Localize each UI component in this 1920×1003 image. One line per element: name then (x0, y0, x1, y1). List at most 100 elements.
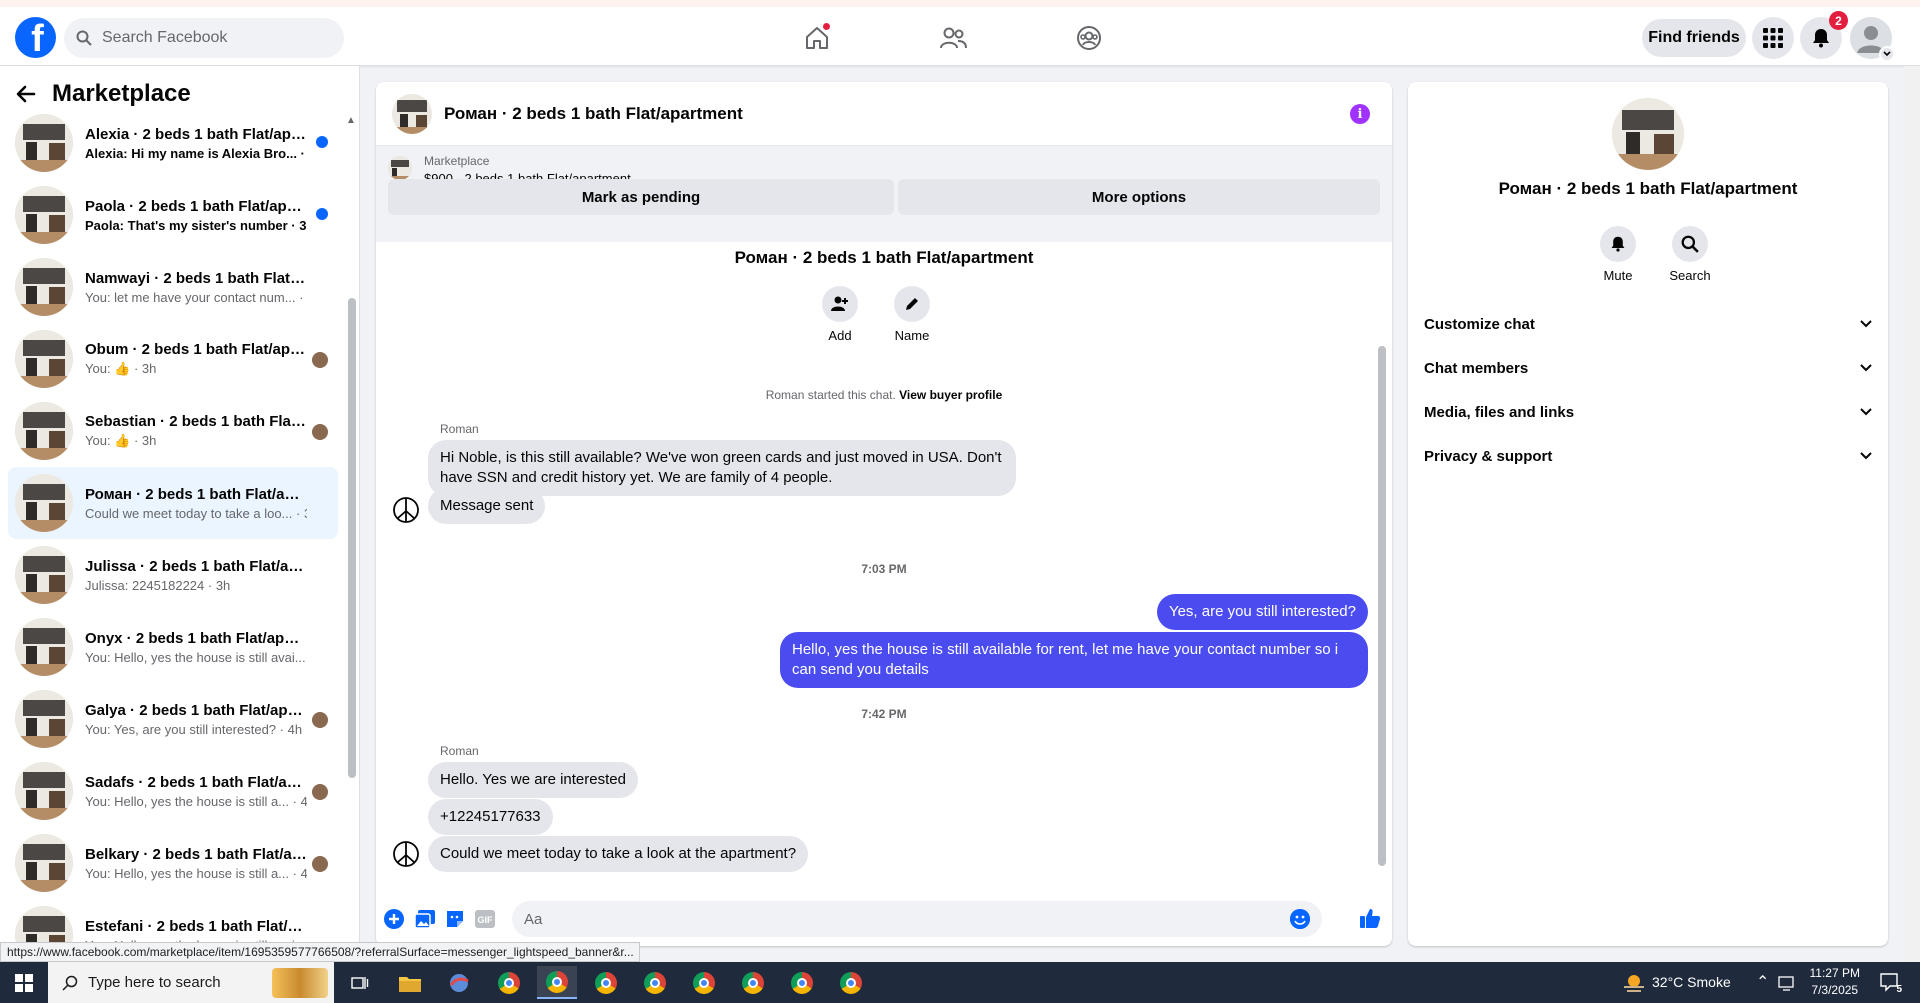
name-chat-action[interactable]: Name (882, 286, 942, 343)
search-icon (76, 30, 92, 46)
conversation-item[interactable]: Obum · 2 beds 1 bath Flat/apa... You: 👍 ·… (8, 323, 338, 395)
chrome-icon[interactable] (782, 966, 822, 999)
conversation-item[interactable]: Galya · 2 beds 1 bath Flat/apa... You: Ye… (8, 683, 338, 755)
tray-chevron-up-icon[interactable]: ⌃ (1756, 972, 1769, 992)
conversation-item[interactable]: Belkary · 2 beds 1 bath Flat/ap... You: H… (8, 827, 338, 899)
find-friends-button[interactable]: Find friends (1642, 19, 1746, 57)
chevron-down-icon (1860, 320, 1872, 328)
listing-thumbnail (15, 402, 73, 460)
chrome-icon[interactable] (684, 966, 724, 999)
photo-icon[interactable] (414, 908, 436, 930)
incoming-message[interactable]: +12245177633 (428, 799, 553, 835)
listing-profile-photo[interactable] (1612, 98, 1684, 170)
message-composer: GIF Aa (376, 892, 1392, 946)
task-view-icon[interactable] (340, 966, 380, 999)
chrome-icon[interactable] (489, 966, 529, 999)
taskbar-search-placeholder: Type here to search (88, 974, 221, 991)
chat-started-notice: Roman started this chat. View buyer prof… (376, 388, 1392, 402)
outgoing-message[interactable]: Yes, are you still interested? (1156, 594, 1368, 630)
windows-start-button[interactable] (0, 962, 48, 1003)
pencil-icon (906, 298, 918, 310)
conversation-list: Alexia · 2 beds 1 bath Flat/apar... Alexi… (8, 107, 338, 962)
thumbs-up-icon[interactable] (1358, 906, 1382, 930)
chat-title[interactable]: Роман · 2 beds 1 bath Flat/apartment (444, 104, 743, 124)
conversation-title: Julissa · 2 beds 1 bath Flat/apart... (85, 557, 307, 575)
chrome-icon[interactable] (537, 966, 577, 999)
search-facebook-input[interactable]: Search Facebook (64, 18, 344, 58)
view-buyer-profile-link[interactable]: View buyer profile (899, 388, 1002, 402)
profile-avatar-button[interactable] (1850, 17, 1895, 62)
taskbar-search-box[interactable]: Type here to search (48, 962, 334, 1003)
more-options-button[interactable]: More options (898, 179, 1380, 215)
friends-nav-icon[interactable] (933, 20, 973, 56)
search-action[interactable]: Search (1660, 226, 1720, 283)
back-arrow-icon[interactable] (16, 84, 36, 104)
conversation-preview: You: Hello, yes the house is still a... … (85, 793, 307, 809)
conversation-title: Galya · 2 beds 1 bath Flat/apa... (85, 701, 307, 719)
incoming-message[interactable]: Could we meet today to take a look at th… (428, 836, 809, 872)
menu-grid-button[interactable] (1752, 17, 1794, 59)
add-people-action[interactable]: Add (810, 286, 870, 343)
info-icon[interactable]: i (1350, 104, 1370, 124)
notifications-button[interactable]: 2 (1800, 11, 1848, 59)
conversation-item[interactable]: Sadafs · 2 beds 1 bath Flat/ap... You: He… (8, 755, 338, 827)
listing-thumbnail[interactable] (392, 93, 432, 134)
peace-avatar-icon[interactable] (392, 496, 420, 524)
weather-text[interactable]: 32°C Smoke (1652, 974, 1731, 990)
notifications-count-badge: 2 (1829, 11, 1848, 30)
incoming-message[interactable]: Message sent (428, 488, 546, 524)
listing-small-thumbnail (388, 156, 412, 180)
listing-thumbnail (15, 186, 73, 244)
conversation-item[interactable]: Julissa · 2 beds 1 bath Flat/apart... Jul… (8, 539, 338, 611)
network-icon[interactable] (1778, 975, 1796, 991)
conversation-item[interactable]: Namwayi · 2 beds 1 bath Flat/ap... You: l… (8, 251, 338, 323)
chrome-icon[interactable] (733, 966, 773, 999)
conversation-item[interactable]: Sebastian · 2 beds 1 bath Flat/... You: 👍… (8, 395, 338, 467)
marketplace-listing-bar: Marketplace $900 - 2 beds 1 bath Flat/ap… (376, 146, 1392, 242)
taskbar-clock[interactable]: 11:27 PM 7/3/2025 (1810, 965, 1860, 999)
home-nav-icon[interactable] (797, 20, 837, 56)
conversation-title: Obum · 2 beds 1 bath Flat/apa... (85, 341, 307, 358)
outgoing-message[interactable]: Hello, yes the house is still available … (780, 632, 1368, 688)
chrome-icon[interactable] (635, 966, 675, 999)
clock-date: 7/3/2025 (1811, 983, 1859, 997)
scroll-up-arrow-icon[interactable]: ▲ (346, 115, 356, 126)
customize-chat-row[interactable]: Customize chat (1424, 302, 1872, 346)
conversation-item[interactable]: Onyx · 2 beds 1 bath Flat/apart... You: H… (8, 611, 338, 683)
incoming-message[interactable]: Hello. Yes we are interested (428, 762, 638, 798)
chrome-icon[interactable] (586, 966, 626, 999)
emoji-icon[interactable] (1290, 909, 1310, 929)
chrome-icon[interactable] (831, 966, 871, 999)
gif-icon[interactable]: GIF (474, 908, 496, 930)
page-scrollbar[interactable] (1904, 66, 1920, 962)
chat-scrollbar[interactable] (1378, 346, 1386, 866)
section-label: Chat members (1424, 359, 1529, 377)
file-explorer-icon[interactable] (390, 966, 430, 999)
sticker-icon[interactable] (444, 908, 466, 930)
facebook-logo[interactable]: f (15, 17, 56, 58)
conversation-item[interactable]: Роман · 2 beds 1 bath Flat/apart... Could… (8, 467, 338, 539)
plus-icon[interactable] (383, 908, 405, 930)
mark-as-pending-button[interactable]: Mark as pending (388, 179, 894, 215)
chat-members-row[interactable]: Chat members (1424, 346, 1872, 390)
sidebar-scrollbar[interactable] (348, 298, 356, 778)
conversation-title: Sadafs · 2 beds 1 bath Flat/ap... (85, 773, 307, 791)
peace-avatar-icon[interactable] (392, 840, 420, 868)
conversation-item[interactable]: Alexia · 2 beds 1 bath Flat/apar... Alexi… (8, 107, 338, 179)
privacy-support-row[interactable]: Privacy & support (1424, 434, 1872, 478)
sidebar-header: Marketplace (16, 80, 191, 108)
notification-center-icon[interactable]: 5 (1878, 971, 1902, 995)
sender-name: Roman (440, 744, 479, 758)
groups-nav-icon[interactable] (1069, 20, 1109, 56)
conversation-item[interactable]: Paola · 2 beds 1 bath Flat/apar... Paola:… (8, 179, 338, 251)
message-input[interactable]: Aa (512, 901, 1322, 937)
conversation-preview: You: Yes, are you still interested? · 4h (85, 721, 303, 737)
conversation-title: Paola · 2 beds 1 bath Flat/apar... (85, 197, 307, 215)
conversation-title: Роман · 2 beds 1 bath Flat/apart... (85, 485, 307, 503)
listing-thumbnail (15, 330, 73, 388)
mute-action[interactable]: Mute (1588, 226, 1648, 283)
message-timestamp: 7:42 PM (861, 707, 907, 721)
app-icon[interactable] (439, 966, 479, 999)
listing-thumbnail (15, 834, 73, 892)
media-files-links-row[interactable]: Media, files and links (1424, 390, 1872, 434)
